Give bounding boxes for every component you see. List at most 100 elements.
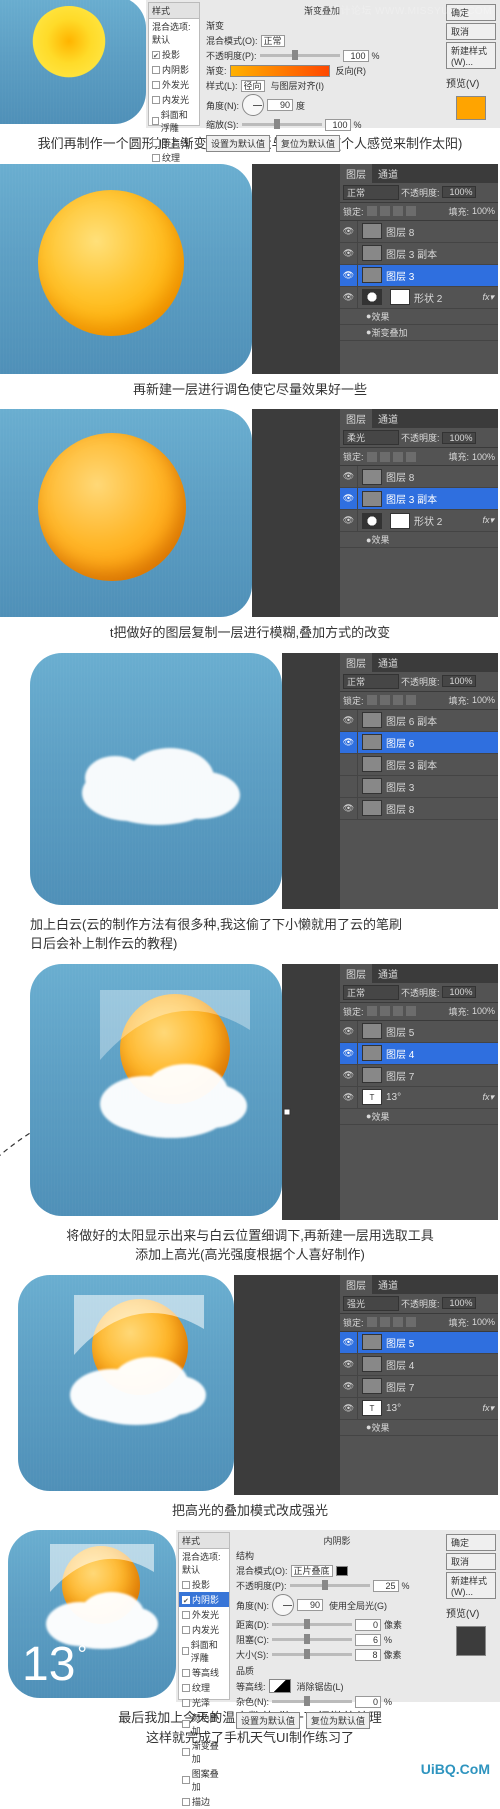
layer-row[interactable]: 👁T13°fx▾	[340, 1398, 498, 1420]
style-item[interactable]: 斜面和浮雕	[149, 107, 199, 135]
new-style-button[interactable]: 新建样式(W)...	[446, 1572, 496, 1599]
layer-row[interactable]: 👁图层 8	[340, 466, 498, 488]
opacity-slider[interactable]	[290, 1584, 370, 1587]
style-item[interactable]: 投影	[179, 1577, 229, 1592]
lock-icon[interactable]	[367, 1006, 377, 1016]
visibility-icon[interactable]: 👁	[340, 732, 358, 753]
lock-icon[interactable]	[406, 1006, 416, 1016]
lock-icon[interactable]	[393, 206, 403, 216]
style-item[interactable]: 斜面和浮雕	[179, 1637, 229, 1665]
opacity-input[interactable]: 25	[373, 1580, 399, 1592]
fx-icon[interactable]: fx▾	[482, 1092, 494, 1103]
visibility-icon[interactable]: 👁	[340, 1354, 358, 1375]
style-item[interactable]: 渐变叠加	[179, 1738, 229, 1766]
layer-row[interactable]: 👁图层 7	[340, 1376, 498, 1398]
layer-row[interactable]: 👁图层 8	[340, 798, 498, 820]
scale-input[interactable]: 100	[325, 119, 351, 131]
ok-button[interactable]: 确定	[446, 1534, 496, 1551]
lock-icon[interactable]	[380, 206, 390, 216]
opacity-input[interactable]: 100	[343, 50, 369, 62]
tab-layers[interactable]: 图层	[340, 164, 372, 183]
opacity-field[interactable]: 100%	[442, 675, 476, 687]
opacity-field[interactable]: 100%	[442, 432, 476, 444]
lock-icon[interactable]	[393, 695, 403, 705]
layer-effect[interactable]: ● 效果	[340, 532, 498, 548]
scale-slider[interactable]	[242, 123, 322, 126]
tab-channels[interactable]: 通道	[372, 964, 404, 983]
gradient-style-dropdown[interactable]: 径向	[241, 80, 265, 92]
choke-slider[interactable]	[272, 1638, 352, 1641]
layer-row[interactable]: 👁形状 2fx▾	[340, 510, 498, 532]
layer-effect[interactable]: ● 效果	[340, 309, 498, 325]
layer-effect[interactable]: ● 效果	[340, 1109, 498, 1125]
tab-layers[interactable]: 图层	[340, 409, 372, 428]
style-item[interactable]: 外发光	[179, 1607, 229, 1622]
tab-layers[interactable]: 图层	[340, 964, 372, 983]
fill-field[interactable]: 100%	[472, 206, 495, 216]
distance-slider[interactable]	[272, 1623, 352, 1626]
contour-picker[interactable]	[269, 1679, 291, 1693]
style-item[interactable]: 内发光	[149, 92, 199, 107]
angle-wheel[interactable]	[242, 94, 264, 116]
visibility-icon[interactable]: 👁	[340, 265, 358, 286]
layer-row-selected[interactable]: 👁图层 5	[340, 1332, 498, 1354]
lock-icon[interactable]	[367, 695, 377, 705]
blend-dropdown[interactable]: 强光	[343, 1296, 399, 1311]
tab-layers[interactable]: 图层	[340, 1275, 372, 1294]
visibility-icon[interactable]: 👁	[340, 1376, 358, 1397]
visibility-icon[interactable]: 👁	[340, 1087, 358, 1108]
layer-row-selected[interactable]: 👁图层 4	[340, 1043, 498, 1065]
lock-icon[interactable]	[367, 206, 377, 216]
fill-field[interactable]: 100%	[472, 452, 495, 462]
style-item[interactable]: 光泽	[179, 1695, 229, 1710]
layer-row[interactable]: 👁图层 3 副本	[340, 243, 498, 265]
lock-icon[interactable]	[406, 695, 416, 705]
color-swatch[interactable]	[336, 1566, 348, 1576]
style-item[interactable]: 等高线	[149, 135, 199, 150]
visibility-icon[interactable]: 👁	[340, 1021, 358, 1042]
visibility-icon[interactable]: 👁	[340, 1398, 358, 1419]
set-default-button[interactable]: 设置为默认值	[206, 135, 270, 152]
fill-field[interactable]: 100%	[472, 1317, 495, 1327]
layer-row[interactable]: 👁图层 6 副本	[340, 710, 498, 732]
blend-defaults[interactable]: 混合选项:默认	[179, 1549, 229, 1577]
lock-icon[interactable]	[406, 206, 416, 216]
style-item[interactable]: 等高线	[179, 1665, 229, 1680]
fx-icon[interactable]: fx▾	[482, 292, 494, 303]
fx-icon[interactable]: fx▾	[482, 1403, 494, 1414]
lock-icon[interactable]	[393, 1317, 403, 1327]
layer-row[interactable]: 图层 3 副本	[340, 754, 498, 776]
layer-effect[interactable]: ● 渐变叠加	[340, 325, 498, 341]
reset-default-button[interactable]: 复位为默认值	[306, 1712, 370, 1729]
style-item[interactable]: 外发光	[149, 77, 199, 92]
visibility-icon[interactable]: 👁	[340, 1043, 358, 1064]
layer-row[interactable]: 👁图层 4	[340, 1354, 498, 1376]
lock-icon[interactable]	[406, 452, 416, 462]
angle-input[interactable]: 90	[267, 99, 293, 111]
lock-icon[interactable]	[380, 1317, 390, 1327]
noise-slider[interactable]	[272, 1700, 352, 1703]
style-item[interactable]: 纹理	[179, 1680, 229, 1695]
style-item-selected[interactable]: 内阴影	[179, 1592, 229, 1607]
blend-mode-dropdown[interactable]: 正片叠底	[291, 1565, 333, 1577]
layer-row[interactable]: 图层 3	[340, 776, 498, 798]
visibility-icon[interactable]: 👁	[340, 1332, 358, 1353]
cancel-button[interactable]: 取消	[446, 23, 496, 40]
angle-input[interactable]: 90	[297, 1599, 323, 1611]
tab-layers[interactable]: 图层	[340, 653, 372, 672]
lock-icon[interactable]	[393, 1006, 403, 1016]
lock-icon[interactable]	[380, 452, 390, 462]
fill-field[interactable]: 100%	[472, 695, 495, 705]
blend-dropdown[interactable]: 正常	[343, 185, 399, 200]
layer-row-selected[interactable]: 👁图层 6	[340, 732, 498, 754]
angle-wheel[interactable]	[272, 1594, 294, 1616]
tab-channels[interactable]: 通道	[372, 409, 404, 428]
fill-field[interactable]: 100%	[472, 1006, 495, 1016]
reset-default-button[interactable]: 复位为默认值	[276, 135, 340, 152]
layer-row-selected[interactable]: 👁图层 3	[340, 265, 498, 287]
lock-icon[interactable]	[380, 695, 390, 705]
visibility-icon[interactable]: 👁	[340, 710, 358, 731]
visibility-icon[interactable]: 👁	[340, 243, 358, 264]
cancel-button[interactable]: 取消	[446, 1553, 496, 1570]
blend-dropdown[interactable]: 正常	[343, 674, 399, 689]
